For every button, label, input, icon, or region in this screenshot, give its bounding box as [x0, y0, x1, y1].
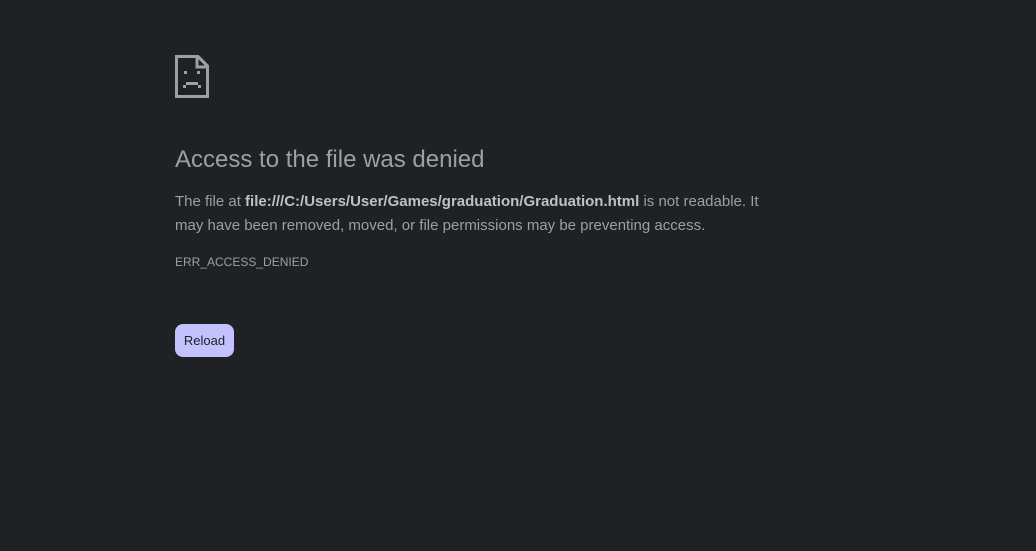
sad-document-icon [175, 55, 209, 98]
file-path: file:///C:/Users/User/Games/graduation/G… [245, 193, 640, 210]
reload-button[interactable]: Reload [175, 324, 234, 357]
error-page: Access to the file was denied The file a… [0, 0, 1036, 551]
error-code: ERR_ACCESS_DENIED [175, 255, 309, 269]
description-prefix: The file at [175, 193, 246, 210]
error-description: The file at file:///C:/Users/User/Games/… [175, 190, 775, 238]
page-title: Access to the file was denied [175, 146, 485, 173]
